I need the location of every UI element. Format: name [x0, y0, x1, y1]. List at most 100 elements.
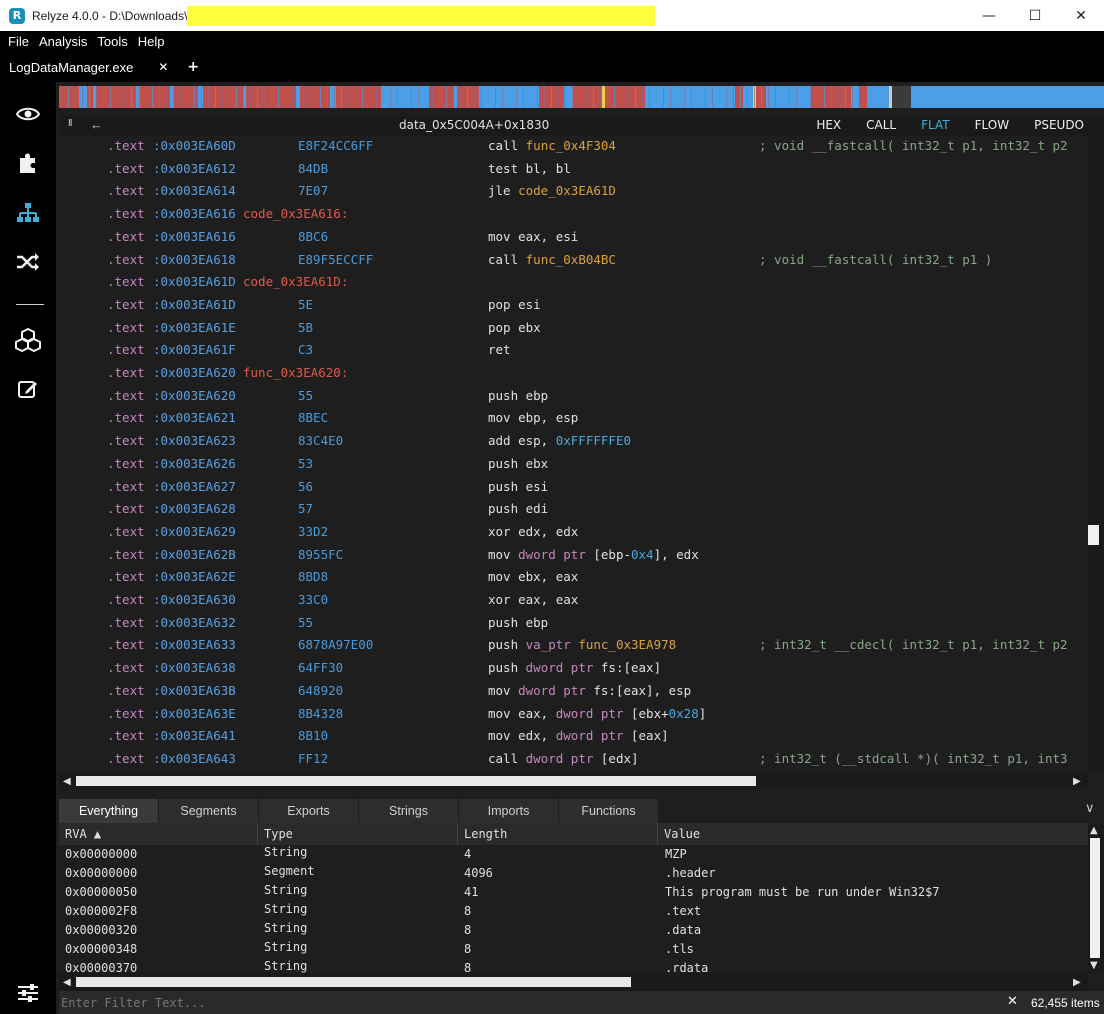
asm-row[interactable]: .text:0x003EA614 7E07 jle code_0x3EA61D: [59, 181, 1088, 203]
menu-file[interactable]: File: [8, 34, 29, 49]
asm-row[interactable]: .text:0x003EA630 33C0 xor eax, eax: [59, 590, 1088, 612]
column-value[interactable]: Value: [658, 823, 1088, 845]
asm-row[interactable]: .text:0x003EA61D code_0x3EA61D:: [59, 272, 1088, 294]
table-row[interactable]: 0x00000348 String 8 .tls: [59, 940, 1088, 959]
asm-row[interactable]: .text:0x003EA628 57 push edi: [59, 499, 1088, 521]
asm-row[interactable]: .text:0x003EA621 8BEC mov ebp, esp: [59, 408, 1088, 430]
asm-target-function[interactable]: code_0x3EA61D: [518, 183, 616, 198]
asm-instruction: push ebx: [488, 456, 548, 471]
asm-row[interactable]: .text:0x003EA63E 8B4328 mov eax, dword ptr…: [59, 704, 1088, 726]
cubes-icon[interactable]: [14, 326, 42, 354]
asm-row[interactable]: .text:0x003EA638 64FF30 push dword ptr fs:…: [59, 658, 1088, 680]
puzzle-icon[interactable]: [14, 149, 42, 177]
tab-functions[interactable]: Functions: [559, 799, 659, 823]
table-row[interactable]: 0x00000000 Segment 4096 .header: [59, 864, 1088, 883]
eye-icon[interactable]: [14, 100, 42, 128]
table-scroll-down-icon[interactable]: ▼: [1090, 960, 1098, 971]
asm-row[interactable]: .text:0x003EA612 84DB test bl, bl: [59, 159, 1088, 181]
overview-stripe: [138, 86, 139, 108]
asm-bytes: 64FF30: [298, 660, 344, 676]
table-row[interactable]: 0x00000050 String 41 This program must be r…: [59, 883, 1088, 902]
menu-help[interactable]: Help: [138, 34, 165, 49]
menu-tools[interactable]: Tools: [97, 34, 127, 49]
listing-vertical-scroll-thumb[interactable]: [1088, 525, 1099, 545]
asm-row[interactable]: .text:0x003EA620 func_0x3EA620:: [59, 363, 1088, 385]
column-type[interactable]: Type: [258, 823, 458, 845]
table-row[interactable]: 0x000002F8 String 8 .text: [59, 902, 1088, 921]
asm-target-function[interactable]: func_0x4F304: [526, 138, 616, 153]
asm-row[interactable]: .text:0x003EA626 53 push ebx: [59, 454, 1088, 476]
table-scroll-up-icon[interactable]: ▲: [1090, 825, 1098, 836]
asm-row[interactable]: .text:0x003EA618 E89F5ECCFF call func_0xB0…: [59, 250, 1088, 272]
asm-row[interactable]: .text:0x003EA61F C3 ret: [59, 340, 1088, 362]
overview-stripe: [404, 86, 405, 108]
asm-row[interactable]: .text:0x003EA643 FF12 call dword ptr [edx]…: [59, 749, 1088, 771]
asm-row[interactable]: .text:0x003EA627 56 push esi: [59, 477, 1088, 499]
minimize-button[interactable]: —: [966, 0, 1012, 31]
asm-instruction: mov ebx, eax: [488, 569, 578, 584]
tab-flat[interactable]: FLAT: [921, 118, 949, 132]
back-arrow-icon[interactable]: ←: [90, 117, 103, 132]
tab-call[interactable]: CALL: [866, 118, 896, 132]
asm-row[interactable]: .text:0x003EA62B 8955FC mov dword ptr [ebp…: [59, 545, 1088, 567]
disassembly-listing[interactable]: .text:0x003EA60D E8F24CC6FF call func_0x4F…: [59, 136, 1088, 771]
tab-segments[interactable]: Segments: [159, 799, 259, 823]
add-tab-icon[interactable]: +: [187, 59, 199, 75]
tab-everything[interactable]: Everything: [59, 799, 159, 823]
clear-filter-icon[interactable]: ✕: [1007, 994, 1018, 1009]
hierarchy-icon[interactable]: [14, 199, 42, 227]
listing-horizontal-scroll-thumb[interactable]: [76, 776, 756, 786]
scroll-right-icon[interactable]: ▶: [1073, 776, 1081, 787]
asm-row[interactable]: .text:0x003EA616 code_0x3EA616:: [59, 204, 1088, 226]
maximize-button[interactable]: ☐: [1012, 0, 1058, 31]
asm-target-function[interactable]: func_0x3EA978: [571, 637, 676, 652]
table-cell: .rdata: [665, 961, 709, 973]
asm-row[interactable]: .text:0x003EA61D 5E pop esi: [59, 295, 1088, 317]
table-vertical-scroll-thumb[interactable]: [1090, 838, 1100, 958]
column-rva[interactable]: RVA ▲: [59, 823, 258, 845]
table-scroll-right-icon[interactable]: ▶: [1073, 977, 1081, 988]
tab-imports[interactable]: Imports: [459, 799, 559, 823]
redacted-path: [187, 5, 656, 26]
asm-keyword: dword ptr: [525, 660, 594, 676]
listing-vertical-scrollbar[interactable]: [1088, 136, 1104, 771]
sliders-icon[interactable]: [14, 979, 42, 1007]
asm-row[interactable]: .text:0x003EA62E 8BD8 mov ebx, eax: [59, 567, 1088, 589]
asm-row[interactable]: .text:0x003EA61E 5B pop ebx: [59, 318, 1088, 340]
tab-pseudo[interactable]: PSEUDO: [1034, 118, 1084, 132]
table-row[interactable]: 0x00000370 String 8 .rdata: [59, 959, 1088, 973]
table-horizontal-scroll-thumb[interactable]: [76, 977, 631, 987]
table-scroll-left-icon[interactable]: ◀: [63, 977, 71, 988]
tab-hex[interactable]: HEX: [816, 118, 841, 132]
pause-icon[interactable]: II: [68, 118, 72, 129]
asm-row[interactable]: .text:0x003EA63B 648920 mov dword ptr fs:[…: [59, 681, 1088, 703]
close-button[interactable]: ✕: [1058, 0, 1104, 31]
table-row[interactable]: 0x00000000 String 4 MZP: [59, 845, 1088, 864]
edit-icon[interactable]: [14, 375, 42, 403]
tab-strings[interactable]: Strings: [359, 799, 459, 823]
overview-stripe: [236, 86, 237, 108]
asm-row[interactable]: .text:0x003EA632 55 push ebp: [59, 613, 1088, 635]
overview-stripe: [810, 86, 811, 108]
asm-row[interactable]: .text:0x003EA633 6878A97E00 push va_ptr fu…: [59, 635, 1088, 657]
column-length[interactable]: Length: [458, 823, 658, 845]
shuffle-icon[interactable]: [14, 248, 42, 276]
overview-bar[interactable]: [59, 86, 1104, 108]
asm-row[interactable]: .text:0x003EA616 8BC6 mov eax, esi: [59, 227, 1088, 249]
tab-exports[interactable]: Exports: [259, 799, 359, 823]
filter-input[interactable]: [59, 991, 999, 1014]
close-tab-icon[interactable]: ✕: [158, 60, 168, 74]
asm-bytes: 6878A97E00: [298, 637, 374, 653]
document-tab[interactable]: LogDataManager.exe ✕: [0, 52, 178, 82]
collapse-panel-icon[interactable]: ∨: [1085, 801, 1095, 816]
menu-analysis[interactable]: Analysis: [39, 34, 87, 49]
asm-target-function[interactable]: func_0xB04BC: [526, 252, 616, 267]
asm-row[interactable]: .text:0x003EA629 33D2 xor edx, edx: [59, 522, 1088, 544]
tab-flow[interactable]: FLOW: [975, 118, 1009, 132]
asm-row[interactable]: .text:0x003EA623 83C4E0 add esp, 0xFFFFFFE…: [59, 431, 1088, 453]
asm-row[interactable]: .text:0x003EA60D E8F24CC6FF call func_0x4F…: [59, 136, 1088, 158]
scroll-left-icon[interactable]: ◀: [63, 776, 71, 787]
table-row[interactable]: 0x00000320 String 8 .data: [59, 921, 1088, 940]
asm-row[interactable]: .text:0x003EA620 55 push ebp: [59, 386, 1088, 408]
asm-row[interactable]: .text:0x003EA641 8B10 mov edx, dword ptr […: [59, 726, 1088, 748]
